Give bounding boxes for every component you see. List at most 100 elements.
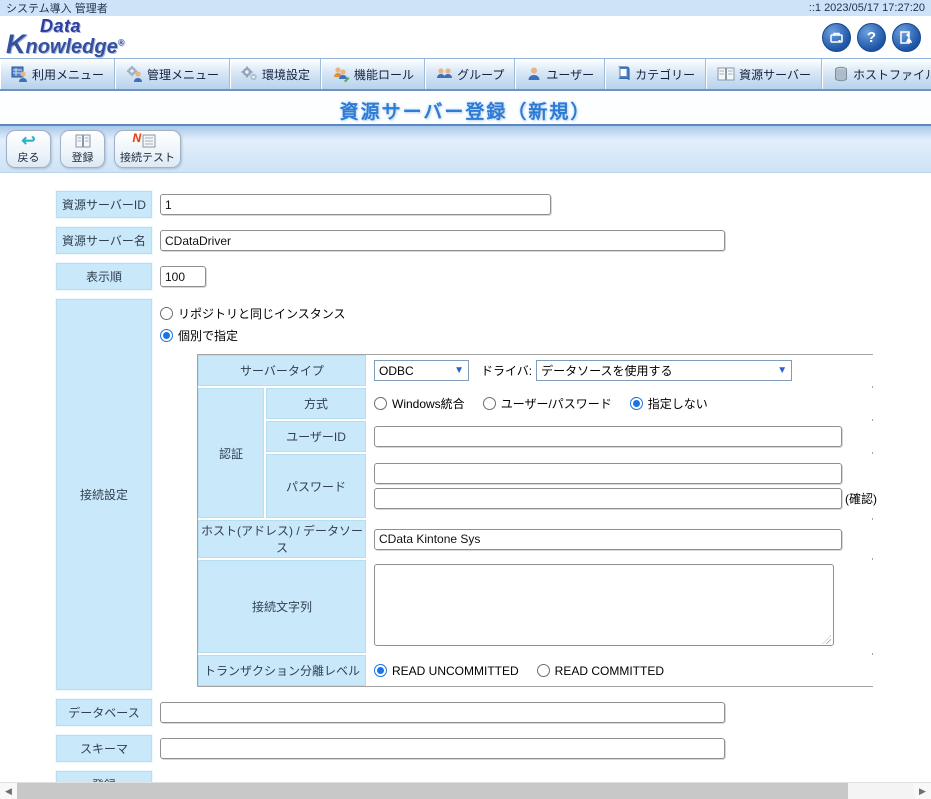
host-datasource-control	[368, 520, 883, 558]
password-label: パスワード	[266, 454, 366, 518]
radio-circle-icon[interactable]	[374, 664, 387, 677]
radio-circle-icon[interactable]	[374, 397, 387, 410]
nav-item-group[interactable]: グループ	[425, 59, 515, 89]
logout-icon[interactable]	[892, 23, 921, 52]
data-knowledge-logo[interactable]: Data Knowledge®	[6, 17, 124, 58]
row-database: データベース	[55, 698, 931, 727]
password-confirm-input[interactable]	[374, 488, 842, 509]
logged-in-user: システム導入 管理者	[6, 0, 108, 16]
nav-item-host-file[interactable]: ホストファイル	[822, 59, 931, 89]
title-bar: 資源サーバー登録（新規）	[0, 96, 931, 126]
server-type-select[interactable]: ODBC	[374, 360, 469, 381]
resource-server-form: 資源サーバーID 資源サーバー名 表示順 接続設定 リポジトリと同じインスタンス…	[0, 173, 931, 799]
status-bar: システム導入 管理者 ::1 2023/05/17 17:27:20	[0, 0, 931, 16]
radio-not-specified[interactable]: 指定しない	[630, 395, 708, 412]
register-card-icon	[75, 133, 91, 148]
people-icon	[436, 66, 453, 82]
nav-item-resource-server[interactable]: 資源サーバー	[706, 59, 822, 89]
row-connection-settings: 接続設定 リポジトリと同じインスタンス 個別で指定 サーバータイプ ODBC	[55, 298, 931, 691]
user-id-control	[368, 421, 883, 452]
radio-circle-icon[interactable]	[537, 664, 550, 677]
server-type-controls: ODBC ドライバ: データソースを使用する	[368, 355, 883, 386]
nav-item-admin-menu[interactable]: 管理メニュー	[115, 59, 230, 89]
connection-string-control	[368, 560, 883, 653]
password-confirm-note: (確認)	[845, 490, 877, 507]
auth-method-label: 方式	[266, 388, 366, 419]
connection-test-icon: N	[140, 133, 156, 148]
transaction-isolation-controls: READ UNCOMMITTED READ COMMITTED	[368, 655, 883, 686]
connection-string-label: 接続文字列	[198, 560, 366, 653]
host-datasource-input[interactable]	[374, 529, 842, 550]
lightning-n-icon: N	[133, 131, 142, 145]
back-arrow-icon: ↩	[21, 133, 35, 148]
scrollbar-thumb[interactable]	[17, 783, 848, 799]
radio-user-password[interactable]: ユーザー/パスワード	[483, 395, 612, 412]
transaction-isolation-label: トランザクション分離レベル	[198, 655, 366, 686]
server-type-label: サーバータイプ	[198, 355, 366, 386]
nav-item-environment-settings[interactable]: 環境設定	[230, 59, 321, 89]
person-icon	[526, 66, 542, 82]
display-order-label: 表示順	[55, 262, 153, 291]
user-id-input[interactable]	[374, 426, 842, 447]
register-button[interactable]: 登録	[60, 130, 105, 168]
header-icon-group: ?	[822, 23, 921, 52]
host-datasource-label: ホスト(アドレス) / データソース	[198, 520, 366, 558]
row-schema: スキーマ	[55, 734, 931, 763]
radio-individual-specify[interactable]: 個別で指定	[160, 324, 873, 346]
registered-mark: ®	[118, 37, 125, 47]
driver-select[interactable]: データソースを使用する	[536, 360, 792, 381]
radio-circle-icon[interactable]	[483, 397, 496, 410]
nav-item-category[interactable]: カテゴリー	[605, 59, 706, 89]
connection-settings-content: リポジトリと同じインスタンス 個別で指定 サーバータイプ ODBC ドライバ: …	[160, 298, 873, 691]
row-resource-server-name: 資源サーバー名	[55, 226, 931, 255]
display-order-input[interactable]	[160, 266, 206, 287]
user-id-label: ユーザーID	[266, 421, 366, 452]
tools-icon[interactable]	[822, 23, 851, 52]
database-icon	[833, 66, 849, 82]
radio-read-committed[interactable]: READ COMMITTED	[537, 664, 664, 678]
scroll-right-arrow-icon[interactable]: ▶	[914, 783, 931, 799]
scroll-left-arrow-icon[interactable]: ◀	[0, 783, 17, 799]
resource-server-registration-page: システム導入 管理者 ::1 2023/05/17 17:27:20 Data …	[0, 0, 931, 799]
auth-label: 認証	[198, 388, 264, 518]
horizontal-scrollbar[interactable]: ◀ ▶	[0, 782, 931, 799]
help-icon[interactable]: ?	[857, 23, 886, 52]
resource-server-id-input[interactable]	[160, 194, 551, 215]
connection-settings-label: 接続設定	[55, 298, 153, 691]
schema-input[interactable]	[160, 738, 725, 759]
auth-method-controls: Windows統合 ユーザー/パスワード 指定しない	[368, 388, 883, 419]
nav-item-use-menu[interactable]: 利用メニュー	[0, 59, 115, 89]
resource-server-name-input[interactable]	[160, 230, 725, 251]
radio-circle-icon[interactable]	[160, 329, 173, 342]
schema-label: スキーマ	[55, 734, 153, 763]
resize-handle-icon	[374, 564, 834, 649]
back-button[interactable]: ↩ 戻る	[6, 130, 51, 168]
connection-detail-table: サーバータイプ ODBC ドライバ: データソースを使用する 認証 方式	[197, 354, 873, 687]
database-label: データベース	[55, 698, 153, 727]
resource-server-id-label: 資源サーバーID	[55, 190, 153, 219]
radio-same-instance[interactable]: リポジトリと同じインスタンス	[160, 302, 873, 324]
radio-circle-icon[interactable]	[630, 397, 643, 410]
password-input[interactable]	[374, 463, 842, 484]
people-pencil-icon	[332, 66, 350, 82]
page-title: 資源サーバー登録（新規）	[340, 97, 592, 124]
nav-item-function-role[interactable]: 機能ロール	[321, 59, 425, 89]
nav-item-user[interactable]: ユーザー	[515, 59, 605, 89]
connection-string-textarea[interactable]	[374, 564, 834, 646]
menu-table-person-icon	[11, 66, 28, 82]
row-display-order: 表示順	[55, 262, 931, 291]
action-toolbar: ↩ 戻る 登録 N 接続テスト	[0, 126, 931, 173]
radio-windows-integrated[interactable]: Windows統合	[374, 395, 465, 412]
database-input[interactable]	[160, 702, 725, 723]
radio-read-uncommitted[interactable]: READ UNCOMMITTED	[374, 664, 519, 678]
password-controls: (確認)	[368, 454, 883, 518]
book-icon	[616, 66, 631, 82]
cards-icon	[717, 66, 735, 82]
connection-test-button[interactable]: N 接続テスト	[114, 130, 181, 168]
gear-person-icon	[126, 66, 143, 82]
logo-word-knowledge: Knowledge®	[6, 31, 124, 58]
driver-label: ドライバ:	[481, 362, 532, 379]
radio-circle-icon[interactable]	[160, 307, 173, 320]
header: Data Knowledge® ?	[0, 16, 931, 58]
row-resource-server-id: 資源サーバーID	[55, 190, 931, 219]
